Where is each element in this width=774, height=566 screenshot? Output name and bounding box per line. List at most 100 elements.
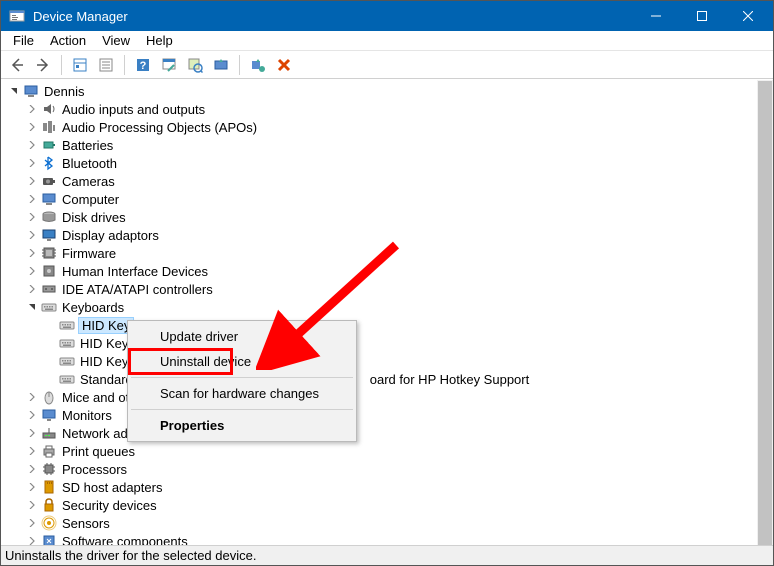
tree-category[interactable]: Security devices xyxy=(25,496,757,514)
sd-icon xyxy=(41,479,57,495)
menu-view[interactable]: View xyxy=(94,31,138,50)
tree-category[interactable]: Bluetooth xyxy=(25,154,757,172)
expand-arrow-icon[interactable] xyxy=(25,102,39,116)
statusbar: Uninstalls the driver for the selected d… xyxy=(1,545,773,565)
scan-hardware-icon[interactable] xyxy=(183,53,207,77)
status-text: Uninstalls the driver for the selected d… xyxy=(5,548,256,563)
security-icon xyxy=(41,497,57,513)
tree-category-label: Audio inputs and outputs xyxy=(61,102,206,117)
expand-arrow-icon[interactable] xyxy=(25,192,39,206)
tree-category-label: Audio Processing Objects (APOs) xyxy=(61,120,258,135)
tree-root[interactable]: Dennis xyxy=(7,82,757,100)
context-menu-item[interactable]: Uninstall device xyxy=(130,349,354,374)
expand-arrow-icon[interactable] xyxy=(25,120,39,134)
tree-category[interactable]: Computer xyxy=(25,190,757,208)
tree-category[interactable]: Firmware xyxy=(25,244,757,262)
expand-arrow-icon[interactable] xyxy=(25,210,39,224)
minimize-button[interactable] xyxy=(633,1,679,31)
expand-arrow-icon[interactable] xyxy=(25,228,39,242)
close-button[interactable] xyxy=(725,1,771,31)
delete-icon[interactable] xyxy=(272,53,296,77)
tree-item-label-suffix: oard for HP Hotkey Support xyxy=(370,372,529,387)
context-menu-item[interactable]: Update driver xyxy=(130,324,354,349)
context-menu: Update driverUninstall device Scan for ha… xyxy=(127,320,357,442)
tree-category-label: Bluetooth xyxy=(61,156,118,171)
tree-container: Dennis Audio inputs and outputs Audio Pr… xyxy=(1,79,773,545)
expand-arrow-icon[interactable] xyxy=(25,462,39,476)
camera-icon xyxy=(41,173,57,189)
expand-arrow-icon[interactable] xyxy=(25,138,39,152)
network-icon xyxy=(41,425,57,441)
tree-category[interactable]: Disk drives xyxy=(25,208,757,226)
toolbar: ? xyxy=(1,51,773,79)
expand-arrow-icon[interactable] xyxy=(25,408,39,422)
expand-arrow-icon[interactable] xyxy=(25,264,39,278)
context-menu-item[interactable]: Scan for hardware changes xyxy=(130,381,354,406)
tree-category[interactable]: Human Interface Devices xyxy=(25,262,757,280)
expand-arrow-icon[interactable] xyxy=(25,390,39,404)
maximize-button[interactable] xyxy=(679,1,725,31)
tree-category-label: Firmware xyxy=(61,246,117,261)
expand-arrow-icon[interactable] xyxy=(25,174,39,188)
tree-category[interactable]: Audio Processing Objects (APOs) xyxy=(25,118,757,136)
forward-button[interactable] xyxy=(31,53,55,77)
window-title: Device Manager xyxy=(33,9,633,24)
battery-icon xyxy=(41,137,57,153)
tree-category[interactable]: Audio inputs and outputs xyxy=(25,100,757,118)
expand-arrow-icon[interactable] xyxy=(25,480,39,494)
tree-category-label: Mice and ot xyxy=(61,390,130,405)
tree-category[interactable]: Print queues xyxy=(25,442,757,460)
update-driver-icon[interactable] xyxy=(209,53,233,77)
properties-icon[interactable] xyxy=(94,53,118,77)
tree-category[interactable]: Cameras xyxy=(25,172,757,190)
scrollbar[interactable] xyxy=(757,80,773,545)
titlebar: Device Manager xyxy=(1,1,773,31)
monitor-icon xyxy=(41,407,57,423)
show-hidden-icon[interactable] xyxy=(68,53,92,77)
tree-category[interactable]: Software components xyxy=(25,532,757,545)
tree-category-label: Sensors xyxy=(61,516,111,531)
computer-icon xyxy=(41,191,57,207)
cpu-icon xyxy=(41,461,57,477)
device-tree[interactable]: Dennis Audio inputs and outputs Audio Pr… xyxy=(1,80,757,545)
tree-category[interactable]: Keyboards xyxy=(25,298,757,316)
back-button[interactable] xyxy=(5,53,29,77)
menu-action[interactable]: Action xyxy=(42,31,94,50)
tree-category[interactable]: Processors xyxy=(25,460,757,478)
action-icon[interactable] xyxy=(157,53,181,77)
tree-item-label: HID Key xyxy=(78,317,134,334)
tree-category-label: Batteries xyxy=(61,138,114,153)
tree-category-label: Security devices xyxy=(61,498,158,513)
tree-category-label: IDE ATA/ATAPI controllers xyxy=(61,282,214,297)
menu-file[interactable]: File xyxy=(5,31,42,50)
tree-category[interactable]: Display adaptors xyxy=(25,226,757,244)
mouse-icon xyxy=(41,389,57,405)
tree-category[interactable]: SD host adapters xyxy=(25,478,757,496)
tree-category-label: Computer xyxy=(61,192,120,207)
tree-category[interactable]: IDE ATA/ATAPI controllers xyxy=(25,280,757,298)
help-icon[interactable]: ? xyxy=(131,53,155,77)
scrollbar-thumb[interactable] xyxy=(758,81,772,545)
software-icon xyxy=(41,533,57,545)
expand-arrow-icon[interactable] xyxy=(7,84,21,98)
context-menu-item[interactable]: Properties xyxy=(130,413,354,438)
expand-arrow-icon[interactable] xyxy=(25,156,39,170)
expand-arrow-icon[interactable] xyxy=(25,516,39,530)
apo-icon xyxy=(41,119,57,135)
tree-item-label: Standard xyxy=(79,372,134,387)
tree-category-label: Processors xyxy=(61,462,128,477)
context-menu-separator xyxy=(131,377,353,378)
expand-arrow-icon[interactable] xyxy=(25,282,39,296)
keyboard-icon xyxy=(59,371,75,387)
uninstall-icon[interactable] xyxy=(246,53,270,77)
tree-category[interactable]: Batteries xyxy=(25,136,757,154)
expand-arrow-icon[interactable] xyxy=(25,534,39,545)
expand-arrow-icon[interactable] xyxy=(25,246,39,260)
tree-category[interactable]: Sensors xyxy=(25,514,757,532)
menu-help[interactable]: Help xyxy=(138,31,181,50)
hid-icon xyxy=(41,263,57,279)
expand-arrow-icon[interactable] xyxy=(25,426,39,440)
expand-arrow-icon[interactable] xyxy=(25,498,39,512)
expand-arrow-icon[interactable] xyxy=(25,444,39,458)
collapse-arrow-icon[interactable] xyxy=(25,300,39,314)
